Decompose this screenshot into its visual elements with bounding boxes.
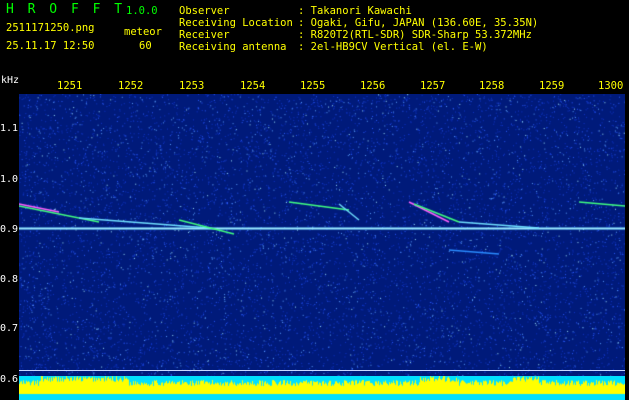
y-tick-0.8: 0.8 bbox=[0, 274, 19, 285]
observer-label: Observer bbox=[179, 5, 230, 17]
reference-line-upper bbox=[19, 370, 625, 371]
location-value: : Ogaki, Gifu, JAPAN (136.60E, 35.35N) bbox=[298, 17, 539, 29]
app-title: H R O F F T bbox=[6, 2, 126, 17]
y-tick-0.7: 0.7 bbox=[0, 323, 19, 334]
observer-value: : Takanori Kawachi bbox=[298, 5, 412, 17]
x-tick-1256: 1256 bbox=[360, 80, 386, 92]
receiver-value: : R820T2(RTL-SDR) SDR-Sharp 53.372MHz bbox=[298, 29, 532, 41]
location-label: Receiving Location bbox=[179, 17, 293, 29]
y-tick-1.0: 1.0 bbox=[0, 174, 19, 185]
x-tick-1251: 1251 bbox=[57, 80, 83, 92]
power-strip-canvas bbox=[19, 376, 625, 400]
y-tick-0.9: 0.9 bbox=[0, 224, 19, 235]
mode-label: meteor bbox=[124, 26, 162, 38]
meteor-count: 60 bbox=[139, 40, 152, 52]
x-tick-1300: 1300 bbox=[598, 80, 624, 92]
receiver-label: Receiver bbox=[179, 29, 230, 41]
app-version: 1.0.0 bbox=[126, 5, 158, 17]
date-time: 25.11.17 12:50 bbox=[6, 40, 95, 52]
x-tick-1255: 1255 bbox=[300, 80, 326, 92]
x-tick-1258: 1258 bbox=[479, 80, 505, 92]
x-tick-1257: 1257 bbox=[420, 80, 446, 92]
spectrogram-canvas bbox=[19, 94, 625, 376]
x-tick-1252: 1252 bbox=[118, 80, 144, 92]
spectrogram bbox=[19, 94, 625, 376]
x-tick-1259: 1259 bbox=[539, 80, 565, 92]
antenna-value: : 2el-HB9CV Vertical (el. E-W) bbox=[298, 41, 488, 53]
y-axis-unit: kHz bbox=[1, 75, 20, 86]
file-name: 2511171250.png bbox=[6, 22, 95, 34]
antenna-label: Receiving antenna bbox=[179, 41, 287, 53]
x-tick-1254: 1254 bbox=[240, 80, 266, 92]
x-tick-1253: 1253 bbox=[179, 80, 205, 92]
y-tick-0.6: 0.6 bbox=[0, 374, 19, 385]
y-tick-1.1: 1.1 bbox=[0, 123, 19, 134]
power-strip bbox=[19, 376, 625, 400]
